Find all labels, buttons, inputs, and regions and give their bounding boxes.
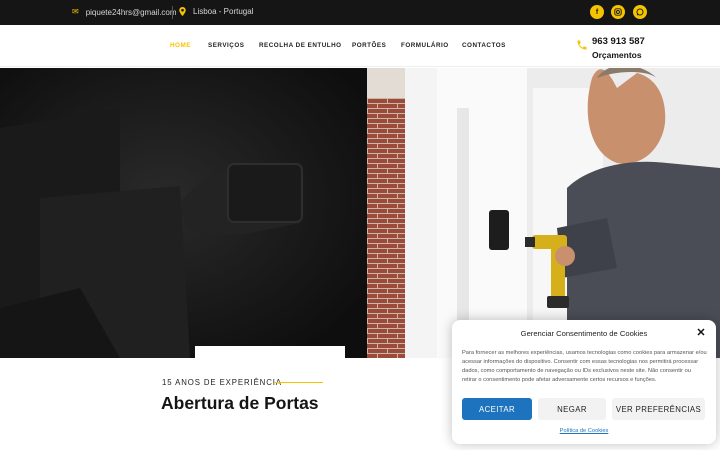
nav-item-contactos[interactable]: CONTACTOS xyxy=(462,42,506,49)
phone-subtitle: Orçamentos xyxy=(592,50,642,60)
email-text[interactable]: piquete24hrs@gmail.com xyxy=(86,8,177,17)
site-header: HOME SERVIÇOS RECOLHA DE ENTULHO PORTÕES… xyxy=(0,25,720,67)
hero-banner xyxy=(0,68,720,358)
nav-item-portoes[interactable]: PORTÕES xyxy=(352,42,401,49)
preferences-button[interactable]: VER PREFERÊNCIAS xyxy=(612,398,705,420)
nav-item-servicos[interactable]: SERVIÇOS xyxy=(208,42,259,49)
cookie-description: Para fornecer as melhores experiências, … xyxy=(462,350,707,383)
phone-icon xyxy=(577,40,587,50)
top-bar: ✉ piquete24hrs@gmail.com Lisboa - Portug… xyxy=(0,0,720,25)
hero-overlap-card xyxy=(195,346,345,358)
whatsapp-icon[interactable] xyxy=(633,5,647,19)
deny-button[interactable]: NEGAR xyxy=(538,398,606,420)
hero-right-image xyxy=(367,68,720,358)
hero-left-image xyxy=(0,68,367,358)
cookie-consent-modal: Gerenciar Consentimento de Cookies ✕ Par… xyxy=(452,320,716,444)
main-nav: HOME SERVIÇOS RECOLHA DE ENTULHO PORTÕES… xyxy=(170,42,506,49)
nav-item-formulario[interactable]: FORMULÁRIO xyxy=(401,42,462,49)
nav-item-recolha-de-entulho[interactable]: RECOLHA DE ENTULHO xyxy=(259,42,352,49)
facebook-icon[interactable]: f xyxy=(590,5,604,19)
phone-number[interactable]: 963 913 587 xyxy=(592,36,645,47)
location-contact: Lisboa - Portugal xyxy=(179,7,253,16)
envelope-icon: ✉ xyxy=(72,7,79,16)
topbar-divider xyxy=(172,6,173,19)
close-icon[interactable]: ✕ xyxy=(695,327,707,339)
eyebrow-accent-line xyxy=(274,382,323,383)
page: ✉ piquete24hrs@gmail.com Lisboa - Portug… xyxy=(0,0,720,450)
nav-item-home[interactable]: HOME xyxy=(170,42,208,49)
cookie-policy-link[interactable]: Política de Cookies xyxy=(452,428,716,434)
email-contact[interactable]: ✉ piquete24hrs@gmail.com xyxy=(72,7,177,17)
map-pin-icon xyxy=(179,7,186,16)
accept-button[interactable]: ACEITAR xyxy=(462,398,532,420)
location-text: Lisboa - Portugal xyxy=(193,7,254,16)
page-title: Abertura de Portas xyxy=(161,393,319,413)
cookie-title: Gerenciar Consentimento de Cookies xyxy=(520,329,648,338)
instagram-icon[interactable] xyxy=(611,5,625,19)
experience-eyebrow: 15 ANOS DE EXPERIÊNCIA xyxy=(162,378,282,387)
